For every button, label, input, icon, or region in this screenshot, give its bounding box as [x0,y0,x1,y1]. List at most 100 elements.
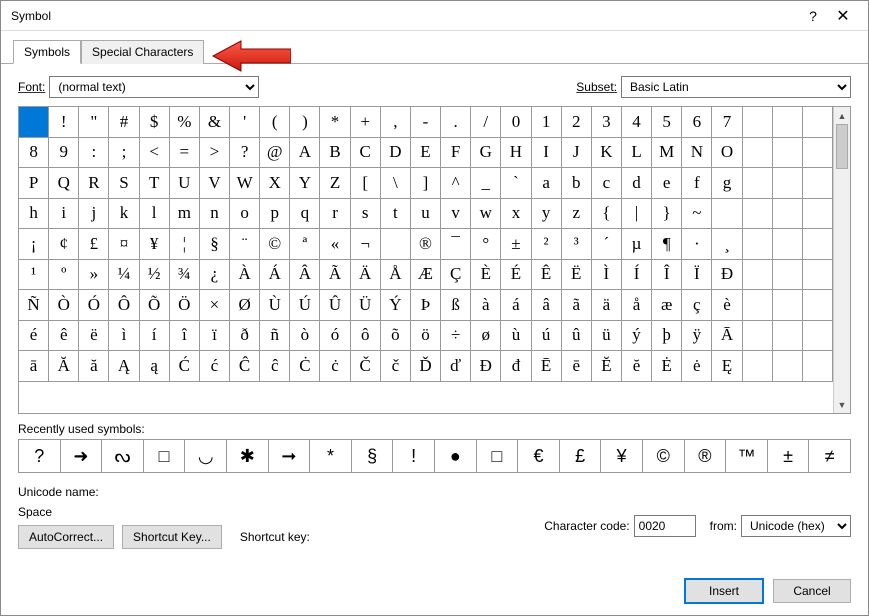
symbol-cell[interactable] [803,138,833,169]
symbol-cell[interactable]: X [260,168,290,199]
symbol-cell[interactable]: ¹ [19,260,49,291]
symbol-cell[interactable]: ; [109,138,139,169]
symbol-cell[interactable]: H [501,138,531,169]
symbol-cell[interactable]: 5 [652,107,682,138]
symbol-cell[interactable]: Ć [170,351,200,382]
symbol-cell[interactable] [381,229,411,260]
symbol-cell[interactable]: E [411,138,441,169]
symbol-cell[interactable]: â [532,290,562,321]
recent-symbol-cell[interactable]: ™ [726,440,768,472]
recent-symbol-cell[interactable]: ➞ [269,440,311,472]
symbol-cell[interactable]: 7 [712,107,742,138]
symbol-cell[interactable]: Å [381,260,411,291]
symbol-cell[interactable] [773,168,803,199]
symbol-cell[interactable]: A [290,138,320,169]
symbol-cell[interactable]: 1 [532,107,562,138]
symbol-cell[interactable]: - [411,107,441,138]
symbol-cell[interactable] [773,321,803,352]
scroll-thumb[interactable] [836,124,848,169]
symbol-cell[interactable]: \ [381,168,411,199]
symbol-cell[interactable]: ? [230,138,260,169]
symbol-cell[interactable]: § [200,229,230,260]
symbol-cell[interactable]: Ï [682,260,712,291]
symbol-cell[interactable]: S [109,168,139,199]
symbol-cell[interactable]: & [200,107,230,138]
symbol-cell[interactable]: ù [501,321,531,352]
symbol-cell[interactable]: ) [290,107,320,138]
symbol-cell[interactable]: ¼ [109,260,139,291]
symbol-cell[interactable]: B [320,138,350,169]
symbol-cell[interactable]: ¢ [49,229,79,260]
recent-symbol-cell[interactable]: € [518,440,560,472]
symbol-cell[interactable]: ^ [441,168,471,199]
symbol-cell[interactable]: þ [652,321,682,352]
symbol-cell[interactable]: b [562,168,592,199]
shortcut-key-button[interactable]: Shortcut Key... [122,525,222,549]
symbol-cell[interactable]: m [170,199,200,230]
grid-scrollbar[interactable]: ▲ ▼ [833,107,850,413]
symbol-cell[interactable]: K [592,138,622,169]
symbol-cell[interactable]: Ø [230,290,260,321]
symbol-cell[interactable]: ] [411,168,441,199]
symbol-cell[interactable]: Ā [712,321,742,352]
symbol-cell[interactable] [773,229,803,260]
symbol-cell[interactable]: = [170,138,200,169]
recent-symbol-cell[interactable]: § [352,440,394,472]
symbol-cell[interactable]: ¨ [230,229,260,260]
symbol-cell[interactable]: Ã [320,260,350,291]
symbol-cell[interactable]: D [381,138,411,169]
symbol-cell[interactable]: ´ [592,229,622,260]
symbol-cell[interactable]: ç [682,290,712,321]
symbol-cell[interactable]: Ó [79,290,109,321]
symbol-cell[interactable] [743,138,773,169]
recent-symbol-cell[interactable]: ! [393,440,435,472]
symbol-cell[interactable]: w [471,199,501,230]
symbol-cell[interactable]: N [682,138,712,169]
symbol-cell[interactable]: Ç [441,260,471,291]
recent-symbol-cell[interactable]: ᔓ [102,440,144,472]
symbol-cell[interactable]: Ñ [19,290,49,321]
symbol-cell[interactable]: õ [381,321,411,352]
symbol-cell[interactable]: Ì [592,260,622,291]
symbol-cell[interactable]: ¾ [170,260,200,291]
symbol-cell[interactable]: q [290,199,320,230]
symbol-cell[interactable]: G [471,138,501,169]
symbol-cell[interactable] [803,229,833,260]
symbol-cell[interactable]: Ö [170,290,200,321]
symbol-cell[interactable]: ĕ [622,351,652,382]
symbol-cell[interactable]: $ [140,107,170,138]
recent-symbol-cell[interactable]: □ [144,440,186,472]
symbol-cell[interactable]: C [351,138,381,169]
charcode-input[interactable] [634,515,696,537]
close-button[interactable]: ✕ [828,6,858,26]
symbol-cell[interactable]: : [79,138,109,169]
symbol-cell[interactable]: Ċ [290,351,320,382]
symbol-cell[interactable]: i [49,199,79,230]
symbol-cell[interactable]: f [682,168,712,199]
symbol-cell[interactable]: n [200,199,230,230]
symbol-cell[interactable]: ć [200,351,230,382]
symbol-cell[interactable]: c [592,168,622,199]
symbol-cell[interactable]: _ [471,168,501,199]
symbol-cell[interactable]: ø [471,321,501,352]
recent-symbol-cell[interactable]: * [310,440,352,472]
symbol-cell[interactable]: Ĕ [592,351,622,382]
symbol-cell[interactable]: o [230,199,260,230]
symbol-cell[interactable]: + [351,107,381,138]
symbol-cell[interactable]: » [79,260,109,291]
symbol-cell[interactable]: Á [260,260,290,291]
symbol-cell[interactable]: ¶ [652,229,682,260]
symbol-cell[interactable]: ô [351,321,381,352]
tab-special-characters[interactable]: Special Characters [81,40,204,64]
symbol-cell[interactable]: u [411,199,441,230]
symbol-cell[interactable]: ă [79,351,109,382]
symbol-cell[interactable]: Ä [351,260,381,291]
symbol-cell[interactable]: ì [109,321,139,352]
symbol-cell[interactable]: Ĉ [230,351,260,382]
symbol-cell[interactable]: ª [290,229,320,260]
symbol-cell[interactable]: ½ [140,260,170,291]
symbol-cell[interactable]: ã [562,290,592,321]
symbol-cell[interactable]: å [622,290,652,321]
recent-symbol-cell[interactable]: ¥ [601,440,643,472]
recent-symbol-cell[interactable]: ➜ [61,440,103,472]
